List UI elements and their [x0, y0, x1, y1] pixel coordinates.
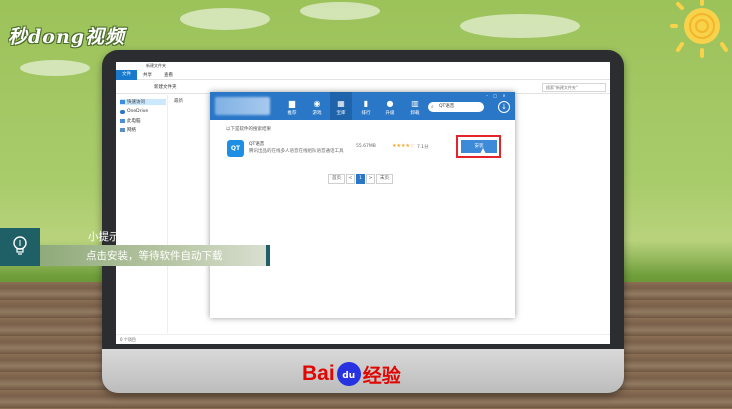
- star-icon: [120, 100, 125, 104]
- qt-app-icon: QT: [227, 140, 244, 157]
- nav-ranking[interactable]: ▮ 排行: [355, 96, 377, 118]
- sidebar-item-quick-access[interactable]: 快速访问: [120, 99, 166, 105]
- store-logo: [215, 97, 270, 115]
- search-icon: ⌕: [431, 104, 434, 110]
- grid-icon: ▦: [337, 99, 345, 108]
- pagination: 首页 < 1 > 末页: [328, 174, 393, 184]
- download-manager-icon[interactable]: ↓: [498, 101, 510, 113]
- app-size: 55.67MB: [356, 144, 376, 149]
- explorer-title: 新建文件夹: [116, 62, 610, 70]
- logo-bai: Bai: [302, 362, 335, 385]
- brand-logo: 秒dong视频: [8, 26, 126, 48]
- tip-text: 点击安装，等待软件自动下载: [86, 250, 223, 262]
- bar-chart-icon: ▮: [363, 99, 369, 108]
- tip-icon-box: [0, 228, 40, 266]
- result-heading: 以下是软件的搜索结果: [226, 127, 271, 132]
- nav-upgrade[interactable]: ● 升级: [379, 96, 401, 118]
- cloud: [460, 14, 580, 38]
- home-icon: ▆: [288, 99, 296, 108]
- sidebar-item-onedrive[interactable]: OneDrive: [120, 109, 148, 114]
- cloud: [180, 8, 270, 30]
- app-description: 腾讯出品的在线多人语音在线组队语音通话工具: [249, 149, 344, 154]
- trash-icon: ▥: [411, 99, 419, 108]
- window-controls[interactable]: – □ ×: [486, 93, 508, 98]
- pager-prev[interactable]: <: [346, 174, 355, 184]
- menu-file[interactable]: 文件: [116, 69, 137, 80]
- explorer-menu: 文件 共享 查看: [116, 69, 610, 80]
- network-icon: [120, 128, 125, 132]
- sidebar-item-this-pc[interactable]: 此电脑: [120, 118, 141, 124]
- store-header: ▆ 推荐 ◉ 游戏 ▦ 宝库 ▮ 排行 ● 升级 ▥ 卸载 ⌕ QT语音 – □…: [210, 92, 515, 120]
- rating-stars: ★★★★☆: [392, 143, 415, 149]
- pager-last[interactable]: 末页: [376, 174, 393, 184]
- nav-uninstall[interactable]: ▥ 卸载: [404, 96, 426, 118]
- explorer-content-label: 最新: [174, 99, 183, 104]
- cloud: [300, 2, 380, 20]
- logo-jingyan: 经验: [362, 364, 401, 387]
- tip-title: 小提示: [88, 231, 120, 243]
- menu-share[interactable]: 共享: [137, 72, 158, 78]
- nav-games[interactable]: ◉ 游戏: [306, 96, 328, 118]
- baidu-jingyan-logo: Bai du 经验: [302, 360, 401, 388]
- pager-page-1[interactable]: 1: [356, 174, 365, 184]
- mouse-cursor-icon: [480, 148, 486, 154]
- explorer-sidebar: 快速访问 OneDrive 此电脑 网络: [116, 95, 168, 333]
- computer-icon: [120, 119, 125, 123]
- nav-recommend[interactable]: ▆ 推荐: [281, 96, 303, 118]
- nav-library[interactable]: ▦ 宝库: [330, 92, 352, 120]
- explorer-search-input[interactable]: 搜索"新建文件夹": [542, 83, 606, 92]
- app-name[interactable]: QT语音: [249, 141, 264, 147]
- store-search-input[interactable]: ⌕ QT语音: [428, 102, 484, 112]
- pager-first[interactable]: 首页: [328, 174, 345, 184]
- lightbulb-icon: [13, 236, 27, 255]
- pager-next[interactable]: >: [366, 174, 375, 184]
- upgrade-icon: ●: [386, 99, 394, 108]
- software-store-dialog: ▆ 推荐 ◉ 游戏 ▦ 宝库 ▮ 排行 ● 升级 ▥ 卸载 ⌕ QT语音 – □…: [210, 92, 515, 318]
- sidebar-item-network[interactable]: 网络: [120, 127, 136, 133]
- rating-score: 7.1分: [417, 145, 429, 150]
- paw-icon: du: [336, 362, 361, 386]
- install-button[interactable]: 安装: [461, 140, 497, 153]
- cloud: [20, 60, 90, 76]
- sun-icon: [670, 0, 728, 58]
- explorer-status: 0 个项目: [116, 334, 610, 344]
- address-path[interactable]: 新建文件夹: [154, 84, 177, 90]
- cloud-icon: [120, 109, 125, 114]
- menu-view[interactable]: 查看: [158, 72, 179, 78]
- gamepad-icon: ◉: [313, 99, 321, 108]
